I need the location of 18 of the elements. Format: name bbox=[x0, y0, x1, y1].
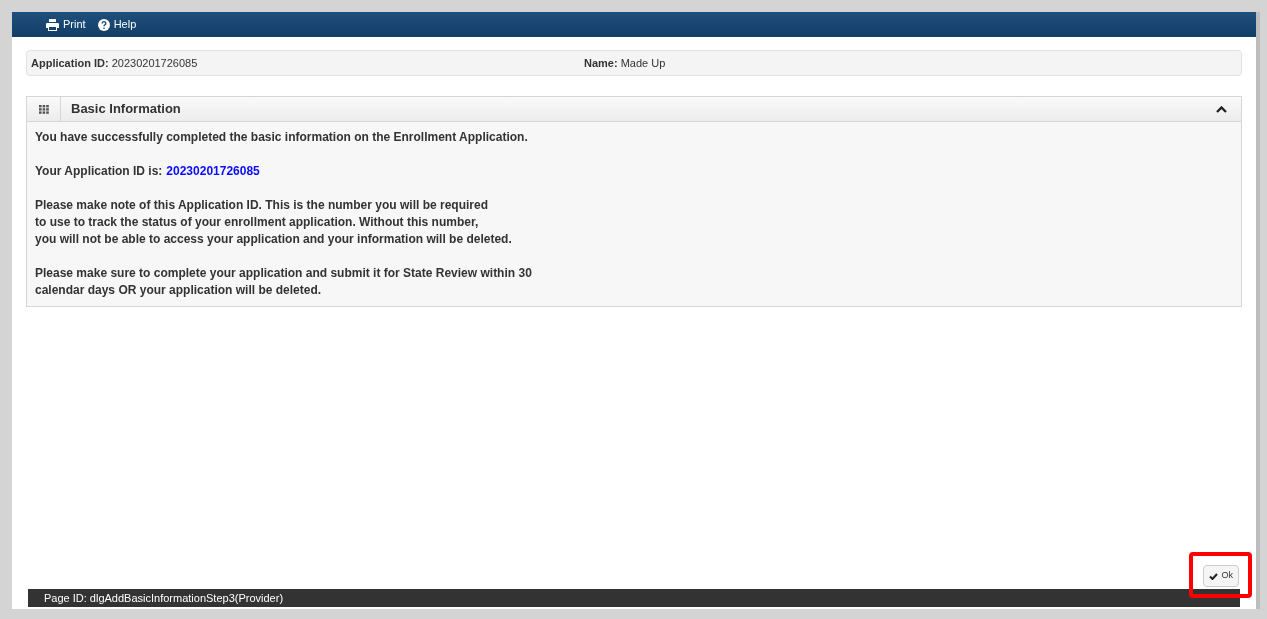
chevron-icon bbox=[1215, 105, 1227, 113]
check-icon bbox=[1209, 572, 1219, 580]
id-label: Your Application ID is: bbox=[35, 163, 163, 180]
ok-button[interactable]: Ok bbox=[1203, 565, 1239, 587]
grid-icon bbox=[38, 104, 49, 114]
intro-text: You have successfully completed the basic information on the Enrollment Application. bbox=[35, 129, 529, 146]
panel-title: Basic Information bbox=[71, 100, 182, 119]
summary-field: Name: Made Up bbox=[584, 54, 666, 72]
page-id: Page ID: dlgAddBasicInformationStep3(Provider) bbox=[44, 590, 284, 606]
toolbar-link[interactable]: Print bbox=[46, 16, 86, 33]
toolbar-link[interactable]: Help bbox=[97, 16, 137, 33]
summary-field: Application ID: 20230201726085 bbox=[31, 54, 584, 72]
notice-text: Please make note of this Application ID. This is the number you will be required to use to track the status of your enrollment application. Without this number, you will not be able to access your application and your information will be deleted. bbox=[35, 197, 513, 248]
application-id: 20230201726085 bbox=[166, 163, 260, 180]
printer-icon bbox=[46, 18, 59, 31]
help-icon bbox=[97, 18, 110, 31]
notice-text: Please make sure to complete your application and submit it for State Review within 30 calendar days OR your application will be deleted. bbox=[35, 265, 533, 299]
collapse-toggle[interactable] bbox=[1215, 104, 1227, 114]
